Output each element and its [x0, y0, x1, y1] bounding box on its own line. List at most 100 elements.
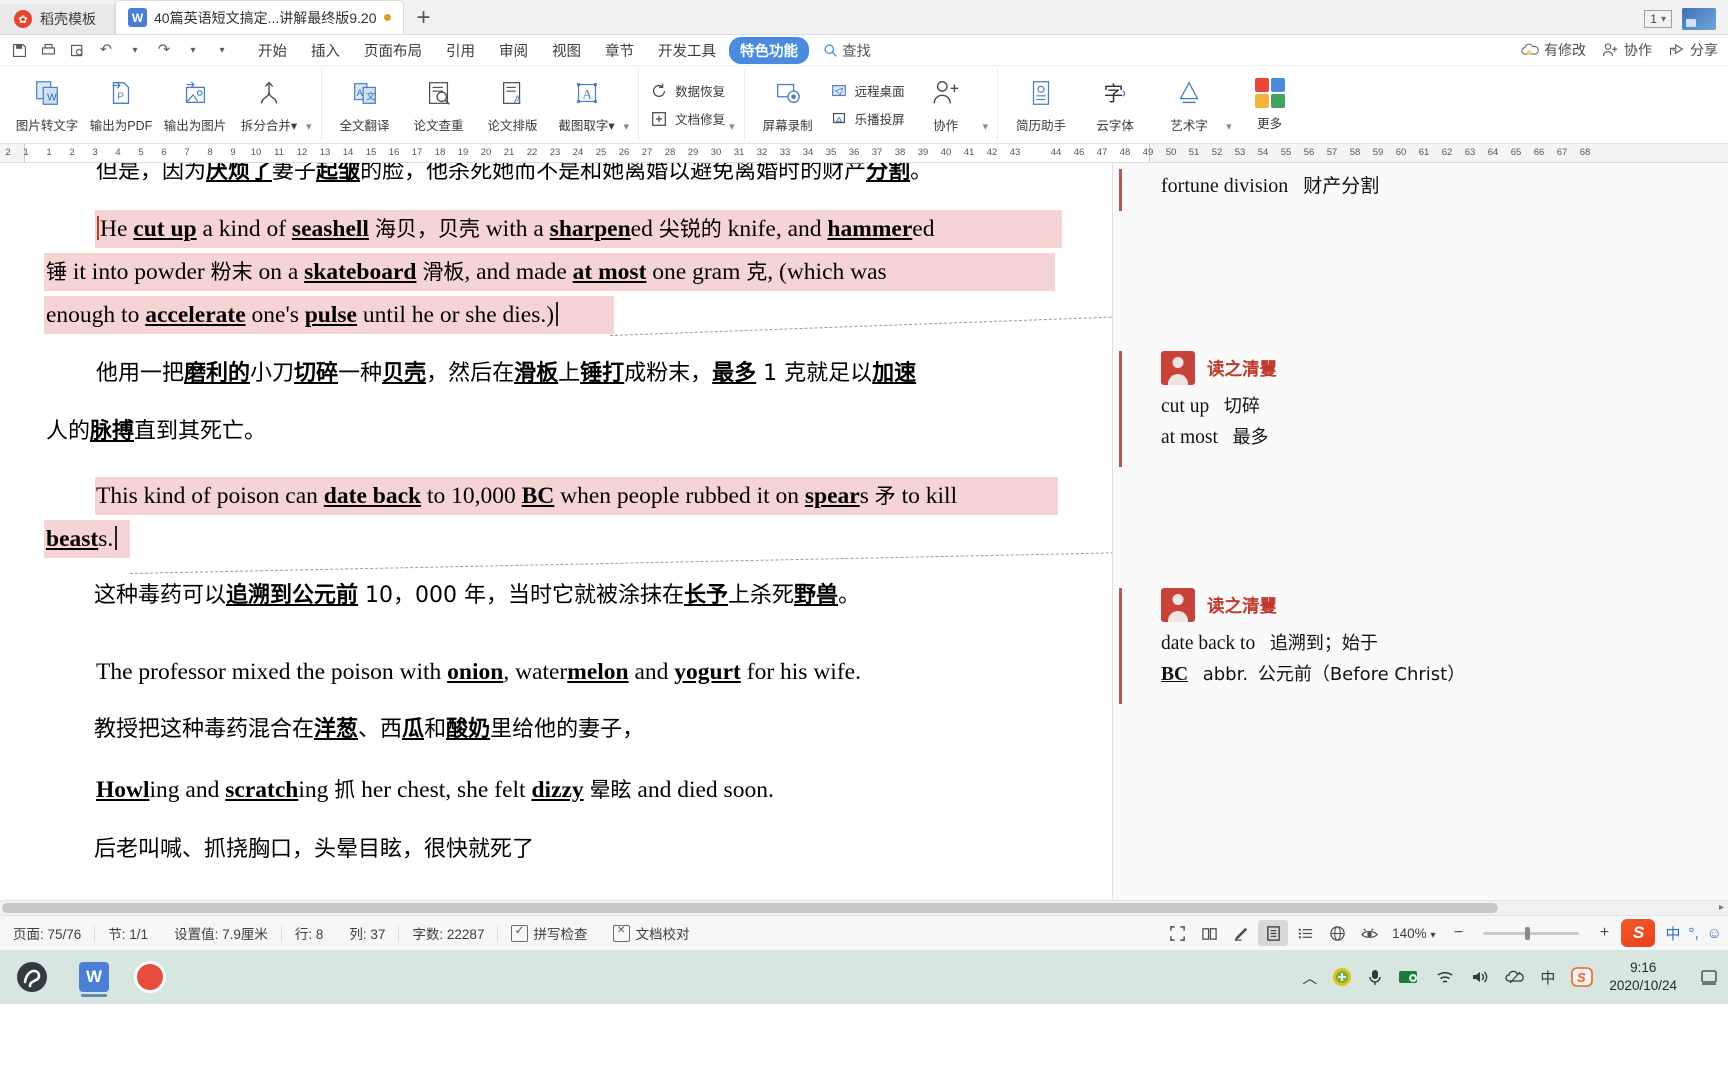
- comment-pane[interactable]: fortune division 财产分割 读之清矍 cut up 切碎 at …: [1112, 163, 1728, 900]
- status-section[interactable]: 节: 1/1: [95, 923, 161, 943]
- print-icon[interactable]: [35, 38, 61, 62]
- fullscreen-icon[interactable]: [1162, 920, 1192, 946]
- taskbar-app-recorder[interactable]: [130, 955, 170, 999]
- status-spellcheck-button[interactable]: 拼写检查: [498, 923, 600, 943]
- tray-notification-icon[interactable]: [1700, 968, 1718, 986]
- tray-sogou-icon[interactable]: S: [1570, 966, 1594, 988]
- tray-wifi-icon[interactable]: [1435, 968, 1455, 986]
- zoom-out-icon[interactable]: −: [1443, 920, 1473, 946]
- ribbon-button-collaborate[interactable]: 协作: [909, 69, 983, 141]
- window-count-badge[interactable]: 1 ▾: [1644, 10, 1672, 28]
- status-word-count[interactable]: 字数: 22287: [399, 923, 497, 943]
- edit-pen-icon[interactable]: [1226, 920, 1256, 946]
- status-row[interactable]: 行: 8: [282, 923, 337, 943]
- proofread-checkbox-icon[interactable]: [613, 924, 631, 942]
- ime-mode-chinese[interactable]: 中: [1665, 923, 1680, 944]
- ribbon-button-data-recovery[interactable]: 数据恢复: [649, 81, 725, 101]
- ribbon-group-repair-overflow[interactable]: ▾: [729, 61, 738, 149]
- ribbon-button-export-image[interactable]: 输出为图片: [158, 69, 232, 141]
- sogou-ime-logo-icon[interactable]: S: [1621, 919, 1656, 947]
- tab-bar: ✿ 稻壳模板 W 40篇英语短文搞定...讲解最终版9.20 + 1 ▾: [0, 0, 1728, 35]
- zoom-level-button[interactable]: 140% ▾: [1386, 926, 1441, 941]
- status-proofread-button[interactable]: 文档校对: [600, 923, 702, 943]
- tab-template-store[interactable]: ✿ 稻壳模板: [0, 4, 115, 34]
- tray-volume-icon[interactable]: [1470, 968, 1490, 986]
- ribbon-group-convert-overflow[interactable]: ▾: [306, 61, 315, 149]
- tray-antivirus-icon[interactable]: [1332, 967, 1352, 987]
- menu-items: 开始 插入 页面布局 引用 审阅 视图 章节 开发工具 特色功能: [247, 36, 809, 64]
- ribbon-button-paper-layout[interactable]: A 论文排版: [476, 69, 550, 141]
- menu-item-special-features[interactable]: 特色功能: [729, 36, 809, 64]
- ribbon-button-wordart[interactable]: 艺术字: [1152, 69, 1226, 141]
- ribbon-button-full-translate[interactable]: A文 全文翻译: [328, 69, 402, 141]
- eye-protection-icon[interactable]: [1354, 920, 1384, 946]
- new-tab-button[interactable]: +: [404, 1, 444, 34]
- document-page[interactable]: 但是，因为厌烦了妻子起皱的脸，他杀死她而不是和她离婚以避免离婚时的财产分割。 H…: [0, 163, 1112, 900]
- ribbon-button-resume-assistant[interactable]: 简历助手: [1004, 69, 1078, 141]
- start-button[interactable]: [0, 950, 64, 1004]
- find-button[interactable]: 查找: [823, 40, 871, 61]
- spellcheck-checkbox-icon[interactable]: [511, 923, 529, 942]
- print-preview-icon[interactable]: [64, 38, 90, 62]
- status-setting-value[interactable]: 设置值: 7.9厘米: [161, 923, 281, 943]
- tray-onedrive-icon[interactable]: [1505, 968, 1525, 986]
- taskbar-clock[interactable]: 9:16 2020/10/24: [1609, 959, 1685, 995]
- tray-ime-indicator[interactable]: 中: [1540, 967, 1555, 988]
- menu-item-page-layout[interactable]: 页面布局: [353, 37, 433, 64]
- tab-document[interactable]: W 40篇英语短文搞定...讲解最终版9.20: [115, 0, 404, 34]
- ribbon-button-more[interactable]: 更多: [1235, 69, 1305, 141]
- menu-item-insert[interactable]: 插入: [300, 37, 351, 64]
- page-layout-view-icon[interactable]: [1258, 920, 1289, 946]
- comment-item-0[interactable]: fortune division 财产分割: [1161, 171, 1701, 198]
- redo-icon[interactable]: ↷: [151, 38, 177, 62]
- status-column[interactable]: 列: 37: [336, 923, 398, 943]
- zoom-in-icon[interactable]: +: [1589, 920, 1619, 946]
- ribbon-button-remote-desktop[interactable]: 远程桌面: [829, 81, 905, 101]
- ribbon-button-plagiarism-check[interactable]: 论文查重: [402, 69, 476, 141]
- collaborate-button[interactable]: 协作: [1602, 40, 1652, 60]
- ribbon-button-cloud-font[interactable]: 字 云字体: [1078, 69, 1152, 141]
- menu-item-start[interactable]: 开始: [247, 37, 298, 64]
- user-banner-image[interactable]: [1682, 8, 1716, 30]
- outline-view-icon[interactable]: [1290, 920, 1320, 946]
- ribbon-button-doc-repair[interactable]: 文档修复: [649, 109, 725, 129]
- qat-overflow-icon[interactable]: ▾: [209, 38, 235, 62]
- ribbon-group-extras-overflow[interactable]: ▾: [1226, 61, 1235, 149]
- web-layout-icon[interactable]: [1322, 920, 1352, 946]
- menu-item-view[interactable]: 视图: [541, 37, 592, 64]
- horizontal-scrollbar-thumb[interactable]: [2, 903, 1498, 913]
- comment-item-1[interactable]: 读之清矍 cut up 切碎 at most 最多: [1161, 351, 1701, 453]
- scroll-right-icon[interactable]: ▸: [1719, 902, 1724, 913]
- redo-dropdown-icon[interactable]: ▾: [180, 38, 206, 62]
- ime-emoji-icon[interactable]: ☺: [1707, 925, 1722, 942]
- comment-item-2[interactable]: 读之清矍 date back to 追溯到；始于 BC abbr. 公元前（Be…: [1161, 588, 1701, 690]
- menu-item-section[interactable]: 章节: [594, 37, 645, 64]
- undo-icon[interactable]: ↶: [93, 38, 119, 62]
- modified-status-button[interactable]: 有修改: [1521, 40, 1586, 60]
- status-page[interactable]: 页面: 75/76: [0, 923, 94, 943]
- horizontal-scrollbar[interactable]: ▸: [0, 900, 1728, 915]
- taskbar-app-wps[interactable]: W: [74, 955, 114, 999]
- tray-screen-capture-icon[interactable]: [1398, 968, 1420, 986]
- ime-punctuation-icon[interactable]: °,: [1689, 925, 1699, 942]
- ribbon-group-screen-overflow[interactable]: ▾: [983, 61, 992, 149]
- tray-microphone-icon[interactable]: [1367, 968, 1383, 986]
- reading-layout-icon[interactable]: [1194, 920, 1224, 946]
- ribbon-button-image-to-text[interactable]: W 图片转文字: [10, 69, 84, 141]
- ribbon-button-cast-screen[interactable]: 乐播投屏: [829, 109, 905, 129]
- menu-item-developer-tools[interactable]: 开发工具: [647, 37, 727, 64]
- ribbon-group-paper-overflow[interactable]: ▾: [624, 61, 633, 149]
- menu-item-review[interactable]: 审阅: [488, 37, 539, 64]
- zoom-slider-knob[interactable]: [1525, 926, 1531, 940]
- ribbon-button-split-merge[interactable]: 拆分合并▾: [232, 69, 306, 141]
- ribbon-button-screen-record[interactable]: 屏幕录制: [751, 69, 825, 141]
- save-icon[interactable]: [6, 38, 32, 62]
- zoom-slider[interactable]: [1483, 926, 1580, 940]
- menu-item-references[interactable]: 引用: [435, 37, 486, 64]
- ribbon-button-export-pdf[interactable]: P 输出为PDF: [84, 69, 158, 141]
- share-button[interactable]: 分享: [1668, 40, 1718, 60]
- undo-dropdown-icon[interactable]: ▾: [122, 38, 148, 62]
- horizontal-ruler[interactable]: 2 1 1 2 3 4 5 6 7 8 9 10 11 12 13 14 15 16 17 18 19 20 21 22 23 2…: [0, 144, 1728, 163]
- tray-expand-icon[interactable]: ︿: [1302, 967, 1317, 988]
- ribbon-button-screenshot-ocr[interactable]: A 截图取字▾: [550, 69, 624, 141]
